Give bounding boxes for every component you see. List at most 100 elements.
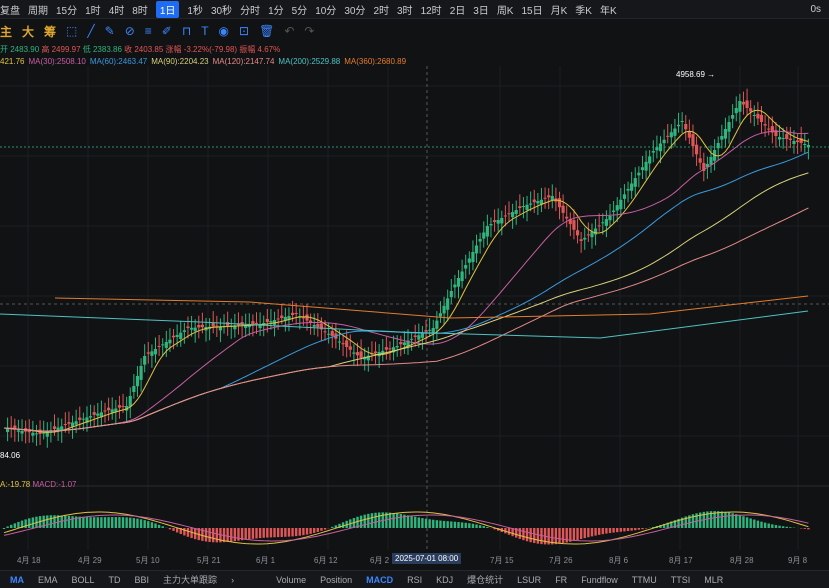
indicator-tab-3[interactable]: TD bbox=[109, 575, 121, 585]
candlestick-chart[interactable] bbox=[0, 66, 829, 570]
macd-bar-68 bbox=[248, 528, 250, 539]
indicator-tab-2[interactable]: BOLL bbox=[72, 575, 95, 585]
toolbar-item-13[interactable]: 30分 bbox=[344, 2, 365, 17]
toolbar-item-11[interactable]: 5分 bbox=[292, 2, 308, 17]
fib-icon[interactable]: ≡ bbox=[145, 24, 152, 38]
candle-body-11 bbox=[42, 433, 45, 434]
indicator-tab-11[interactable]: KDJ bbox=[436, 575, 453, 585]
toolbar-item-1[interactable]: 周期 bbox=[28, 2, 48, 17]
toolbar-item-8[interactable]: 30秒 bbox=[211, 2, 232, 17]
macd-bar-215 bbox=[778, 526, 780, 528]
candle-body-210 bbox=[760, 115, 763, 122]
candle-body-26 bbox=[96, 414, 99, 416]
candle-body-98 bbox=[356, 352, 359, 355]
macd-bar-27 bbox=[100, 517, 102, 528]
indicator-tab-17[interactable]: TTSI bbox=[671, 575, 691, 585]
macd-bar-70 bbox=[255, 528, 257, 538]
indicator-tab-4[interactable]: BBI bbox=[135, 575, 150, 585]
candle-body-80 bbox=[291, 313, 294, 315]
brush-icon[interactable]: ✐ bbox=[162, 24, 172, 38]
indicator-tab-14[interactable]: FR bbox=[555, 575, 567, 585]
macd-bar-212 bbox=[768, 524, 770, 528]
toolbar-item-16[interactable]: 12时 bbox=[421, 2, 442, 17]
toolbar-item-22[interactable]: 季K bbox=[575, 2, 592, 17]
candle-body-139 bbox=[504, 215, 507, 216]
candle-body-166 bbox=[601, 222, 604, 223]
toolbar-item-5[interactable]: 8时 bbox=[132, 2, 148, 17]
candle-body-131 bbox=[475, 246, 478, 254]
indicator-large-button[interactable]: 大 bbox=[22, 23, 34, 40]
toolbar-item-21[interactable]: 月K bbox=[551, 2, 568, 17]
candle-body-83 bbox=[302, 317, 305, 318]
ruler-icon[interactable]: ⊘ bbox=[125, 24, 135, 38]
crosshair-date: 2025-07-01 08:00 bbox=[392, 553, 461, 564]
indicator-tab-9[interactable]: MACD bbox=[366, 575, 393, 585]
toolbar-item-18[interactable]: 3日 bbox=[473, 2, 489, 17]
macd-bar-210 bbox=[760, 522, 762, 528]
toolbar-item-2[interactable]: 15分 bbox=[56, 2, 77, 17]
macd-bar-73 bbox=[266, 528, 268, 538]
macd-bar-18 bbox=[68, 516, 70, 528]
toolbar-item-20[interactable]: 15日 bbox=[521, 2, 542, 17]
indicator-tab-13[interactable]: LSUR bbox=[517, 575, 541, 585]
macd-bar-50 bbox=[183, 528, 185, 535]
toolbar-item-23[interactable]: 年K bbox=[600, 2, 617, 17]
candle-body-170 bbox=[616, 205, 619, 210]
toolbar-item-7[interactable]: 1秒 bbox=[187, 2, 203, 17]
indicator-tab-16[interactable]: TTMU bbox=[632, 575, 657, 585]
indicator-tab-1[interactable]: EMA bbox=[38, 575, 58, 585]
lock-icon[interactable]: ⊡ bbox=[239, 24, 249, 38]
macd-bar-75 bbox=[273, 528, 275, 537]
candle-body-201 bbox=[727, 122, 730, 132]
toolbar-item-3[interactable]: 1时 bbox=[85, 2, 101, 17]
toolbar-item-14[interactable]: 2时 bbox=[373, 2, 389, 17]
pen-icon[interactable]: ✎ bbox=[105, 24, 115, 38]
trash-icon[interactable]: 🗑 bbox=[259, 24, 274, 38]
redo-icon[interactable]: ↷ bbox=[304, 24, 314, 38]
indicator-tab-6[interactable]: › bbox=[231, 575, 234, 585]
indicator-tab-12[interactable]: 爆仓统计 bbox=[467, 573, 503, 586]
x-label-12: 9月 8 bbox=[788, 555, 807, 566]
toolbar-item-12[interactable]: 10分 bbox=[315, 2, 336, 17]
magnet-icon[interactable]: ⊓ bbox=[182, 24, 191, 38]
macd-bar-0 bbox=[3, 528, 5, 529]
line-tool-icon[interactable]: ╱ bbox=[87, 24, 94, 38]
select-icon[interactable]: ⬚ bbox=[66, 24, 77, 38]
indicator-tab-0[interactable]: MA bbox=[10, 575, 24, 585]
indicator-tab-15[interactable]: Fundflow bbox=[581, 575, 618, 585]
macd-bar-209 bbox=[757, 521, 759, 528]
indicator-tab-7[interactable]: Volume bbox=[276, 575, 306, 585]
toolbar-item-0[interactable]: 复盘 bbox=[0, 2, 20, 17]
toolbar-item-19[interactable]: 周K bbox=[497, 2, 514, 17]
indicator-main-button[interactable]: 主 bbox=[0, 23, 12, 40]
toolbar-item-17[interactable]: 2日 bbox=[450, 2, 466, 17]
candle-body-53 bbox=[194, 328, 197, 332]
macd-bar-31 bbox=[115, 517, 117, 528]
indicator-tab-18[interactable]: MLR bbox=[704, 575, 723, 585]
indicator-tab-10[interactable]: RSI bbox=[407, 575, 422, 585]
ma-line-1 bbox=[4, 131, 808, 431]
candle-body-130 bbox=[471, 252, 474, 262]
macd-bar-47 bbox=[172, 528, 174, 531]
toolbar-item-9[interactable]: 分时 bbox=[240, 2, 260, 17]
candle-body-154 bbox=[558, 198, 561, 207]
indicator-chips-button[interactable]: 筹 bbox=[44, 23, 56, 40]
macd-bar-17 bbox=[64, 516, 66, 528]
toolbar-item-10[interactable]: 1分 bbox=[268, 2, 284, 17]
toolbar-item-15[interactable]: 3时 bbox=[397, 2, 413, 17]
macd-bar-217 bbox=[786, 527, 788, 528]
indicator-tab-5[interactable]: 主力大单跟踪 bbox=[163, 573, 217, 586]
indicator-tab-8[interactable]: Position bbox=[320, 575, 352, 585]
text-icon[interactable]: T bbox=[201, 24, 208, 38]
toolbar-item-6[interactable]: 1日 bbox=[156, 1, 180, 18]
toolbar-item-4[interactable]: 4时 bbox=[109, 2, 125, 17]
macd-bar-74 bbox=[270, 528, 272, 537]
candle-body-134 bbox=[486, 226, 489, 236]
macd-bar-117 bbox=[425, 519, 427, 528]
undo-icon[interactable]: ↶ bbox=[284, 24, 294, 38]
macd-bar-37 bbox=[136, 519, 138, 528]
macd-bar-164 bbox=[594, 528, 596, 536]
eye-icon[interactable]: ◉ bbox=[219, 24, 229, 38]
candle-body-87 bbox=[316, 324, 319, 327]
macd-bar-115 bbox=[418, 517, 420, 528]
